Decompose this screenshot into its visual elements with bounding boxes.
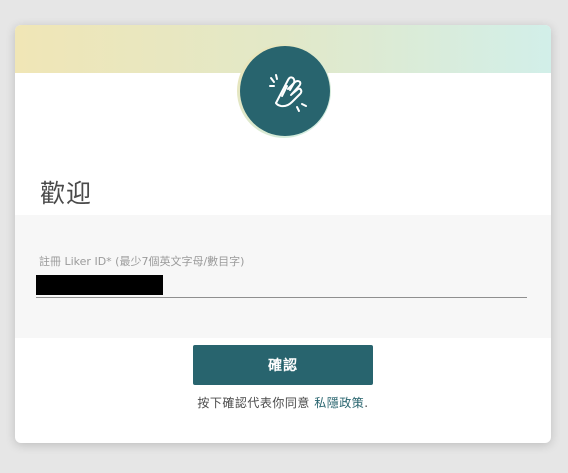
- registration-form: 註冊 Liker ID* (最少7個英文字母/數目字): [15, 215, 551, 338]
- confirm-button[interactable]: 確認: [193, 345, 373, 385]
- privacy-notice-suffix: .: [364, 396, 369, 410]
- page-title: 歡迎: [40, 179, 93, 208]
- privacy-policy-link[interactable]: 私隱政策: [314, 396, 364, 410]
- liker-id-label: 註冊 Liker ID* (最少7個英文字母/數目字): [39, 255, 245, 268]
- redacted-input-value: [36, 275, 163, 295]
- privacy-notice: 按下確認代表你同意 私隱政策.: [15, 394, 551, 411]
- clapping-hands-icon: [269, 74, 307, 112]
- avatar: [240, 46, 330, 136]
- privacy-notice-prefix: 按下確認代表你同意: [197, 396, 315, 410]
- welcome-dialog: 歡迎 註冊 Liker ID* (最少7個英文字母/數目字) 確認 按下確認代表…: [15, 25, 551, 443]
